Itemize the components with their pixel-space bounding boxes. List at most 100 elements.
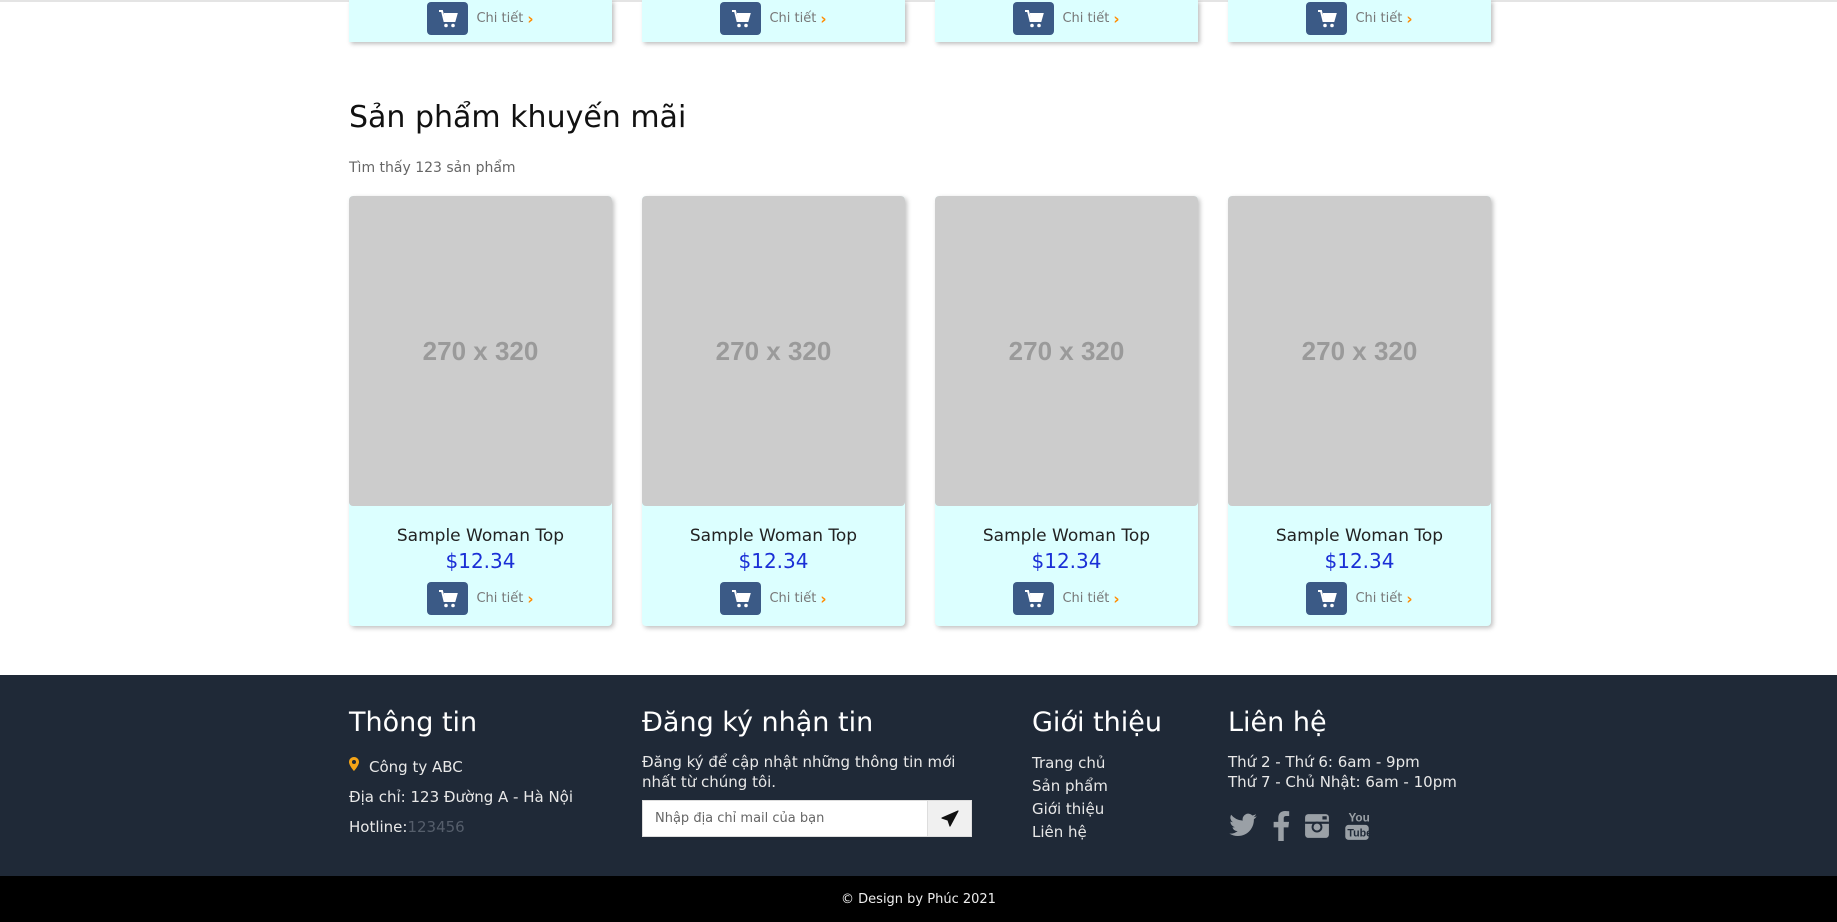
newsletter-form	[642, 800, 972, 837]
social-links: You Tube	[1228, 810, 1457, 842]
add-to-cart-button[interactable]	[1306, 2, 1348, 35]
product-card-stub: Chi tiết ›	[642, 0, 905, 42]
footer-link-about[interactable]: Giới thiệu	[1032, 798, 1162, 821]
card-actions: Chi tiết ›	[935, 2, 1198, 35]
detail-link[interactable]: Chi tiết ›	[769, 590, 826, 608]
card-actions: Chi tiết ›	[349, 582, 612, 615]
card-actions: Chi tiết ›	[1228, 582, 1491, 615]
footer-link-home[interactable]: Trang chủ	[1032, 752, 1162, 775]
hotline-label: Hotline:	[349, 818, 408, 836]
add-to-cart-button[interactable]	[1013, 582, 1055, 615]
cart-icon	[438, 589, 458, 607]
product-name[interactable]: Sample Woman Top	[349, 526, 612, 546]
card-actions: Chi tiết ›	[1228, 2, 1491, 35]
previous-products-row: Chi tiết › Chi tiết › Chi tiết › Chi tiết ›	[349, 0, 1491, 42]
placeholder-label: 270 x 320	[422, 335, 539, 366]
footer-link-products[interactable]: Sản phẩm	[1032, 775, 1162, 798]
map-pin-icon	[349, 752, 359, 782]
detail-link[interactable]: Chi tiết ›	[769, 10, 826, 28]
product-card-stub: Chi tiết ›	[349, 0, 612, 42]
placeholder-label: 270 x 320	[715, 335, 832, 366]
add-to-cart-button[interactable]	[427, 582, 469, 615]
detail-link[interactable]: Chi tiết ›	[1062, 10, 1119, 28]
chevron-right-icon: ›	[1406, 589, 1413, 608]
detail-link[interactable]: Chi tiết ›	[1062, 590, 1119, 608]
product-card[interactable]: 270 x 320 Sample Woman Top $12.34 Chi ti…	[935, 196, 1198, 626]
instagram-icon[interactable]	[1304, 813, 1330, 839]
placeholder-label: 270 x 320	[1008, 335, 1125, 366]
product-card[interactable]: 270 x 320 Sample Woman Top $12.34 Chi ti…	[1228, 196, 1491, 626]
card-actions: Chi tiết ›	[642, 2, 905, 35]
detail-link[interactable]: Chi tiết ›	[476, 590, 533, 608]
detail-label: Chi tiết	[1355, 11, 1403, 26]
twitter-icon[interactable]	[1228, 813, 1258, 839]
product-name[interactable]: Sample Woman Top	[642, 526, 905, 546]
svg-text:You: You	[1348, 812, 1369, 825]
subscribe-button[interactable]	[927, 801, 971, 836]
product-image-placeholder[interactable]: 270 x 320	[935, 196, 1198, 506]
detail-link[interactable]: Chi tiết ›	[1355, 590, 1412, 608]
footer-info-column: Thông tin Công ty ABC Địa chỉ: 123 Đường…	[349, 707, 573, 842]
product-image-placeholder[interactable]: 270 x 320	[1228, 196, 1491, 506]
footer-link-contact[interactable]: Liên hệ	[1032, 821, 1162, 844]
product-name[interactable]: Sample Woman Top	[935, 526, 1198, 546]
detail-link[interactable]: Chi tiết ›	[1355, 10, 1412, 28]
product-name[interactable]: Sample Woman Top	[1228, 526, 1491, 546]
cart-icon	[731, 9, 751, 27]
chevron-right-icon: ›	[1113, 589, 1120, 608]
company-line: Công ty ABC	[349, 752, 573, 782]
product-image-placeholder[interactable]: 270 x 320	[642, 196, 905, 506]
add-to-cart-button[interactable]	[1306, 582, 1348, 615]
product-image-placeholder[interactable]: 270 x 320	[349, 196, 612, 506]
detail-label: Chi tiết	[1355, 591, 1403, 606]
card-actions: Chi tiết ›	[349, 2, 612, 35]
hotline-number[interactable]: 123456	[407, 812, 464, 842]
detail-label: Chi tiết	[769, 591, 817, 606]
footer-newsletter-column: Đăng ký nhận tin Đăng ký để cập nhật nhữ…	[642, 707, 982, 837]
youtube-icon[interactable]: You Tube	[1344, 810, 1370, 842]
product-card[interactable]: 270 x 320 Sample Woman Top $12.34 Chi ti…	[642, 196, 905, 626]
about-links: Trang chủ Sản phẩm Giới thiệu Liên hệ	[1032, 752, 1162, 844]
add-to-cart-button[interactable]	[427, 2, 469, 35]
hotline-line: Hotline: 123456	[349, 812, 573, 842]
newsletter-title: Đăng ký nhận tin	[642, 707, 874, 738]
footer-about-column: Giới thiệu Trang chủ Sản phẩm Giới thiệu…	[1032, 707, 1162, 844]
product-price: $12.34	[1031, 549, 1102, 573]
facebook-icon[interactable]	[1272, 811, 1290, 841]
product-price: $12.34	[1324, 549, 1395, 573]
cart-icon	[731, 589, 751, 607]
detail-link[interactable]: Chi tiết ›	[476, 10, 533, 28]
email-input[interactable]	[643, 801, 927, 836]
chevron-right-icon: ›	[1406, 9, 1413, 28]
placeholder-label: 270 x 320	[1301, 335, 1418, 366]
company-name: Công ty ABC	[369, 758, 463, 776]
detail-label: Chi tiết	[1062, 591, 1110, 606]
cart-icon	[1024, 589, 1044, 607]
chevron-right-icon: ›	[820, 9, 827, 28]
address-line: Địa chỉ: 123 Đường A - Hà Nội	[349, 788, 574, 806]
add-to-cart-button[interactable]	[720, 2, 762, 35]
copyright-text: © Design by Phúc 2021	[841, 891, 996, 907]
promo-products-grid: 270 x 320 Sample Woman Top $12.34 Chi ti…	[349, 196, 1491, 626]
product-price: $12.34	[738, 549, 809, 573]
newsletter-description: Đăng ký để cập nhật những thông tin mới …	[642, 753, 956, 791]
footer-info-title: Thông tin	[349, 707, 478, 738]
cart-icon	[438, 9, 458, 27]
cart-icon	[1024, 9, 1044, 27]
product-card-stub: Chi tiết ›	[1228, 0, 1491, 42]
card-actions: Chi tiết ›	[642, 582, 905, 615]
weekend-hours: Thứ 7 - Chủ Nhật: 6am - 10pm	[1228, 773, 1457, 791]
product-price: $12.34	[445, 549, 516, 573]
add-to-cart-button[interactable]	[720, 582, 762, 615]
detail-label: Chi tiết	[476, 591, 524, 606]
site-footer: Thông tin Công ty ABC Địa chỉ: 123 Đường…	[0, 675, 1837, 876]
add-to-cart-button[interactable]	[1013, 2, 1055, 35]
detail-label: Chi tiết	[476, 11, 524, 26]
chevron-right-icon: ›	[820, 589, 827, 608]
contact-title: Liên hệ	[1228, 707, 1327, 738]
cart-icon	[1317, 589, 1337, 607]
paper-plane-icon	[940, 809, 959, 827]
product-card[interactable]: 270 x 320 Sample Woman Top $12.34 Chi ti…	[349, 196, 612, 626]
detail-label: Chi tiết	[769, 11, 817, 26]
chevron-right-icon: ›	[1113, 9, 1120, 28]
